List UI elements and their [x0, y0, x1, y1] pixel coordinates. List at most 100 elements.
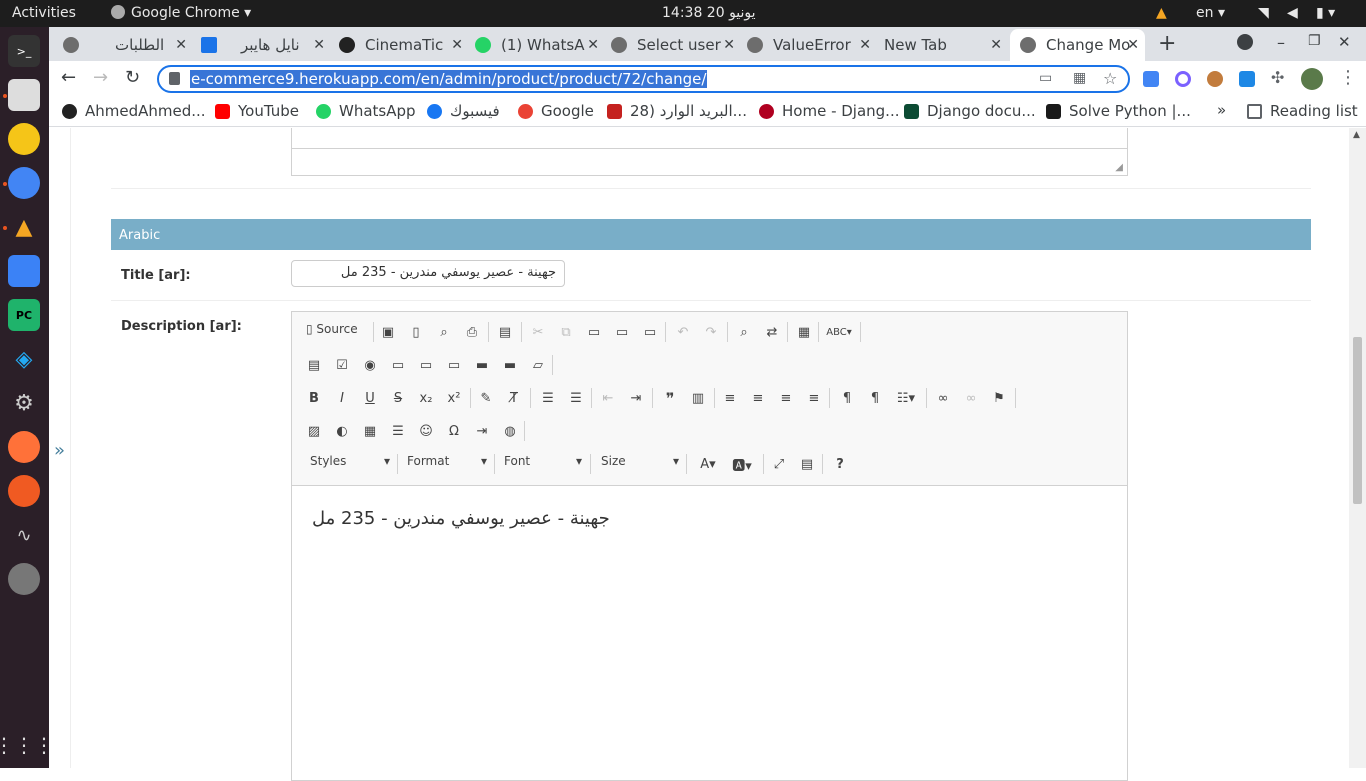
toggle-nav-sidebar[interactable]: »: [54, 440, 65, 461]
resize-grip-icon[interactable]: ◢: [1115, 162, 1123, 173]
select-all-icon[interactable]: ▦: [794, 322, 814, 342]
link-icon[interactable]: ∞: [933, 388, 953, 408]
postman-icon[interactable]: [8, 475, 40, 507]
indent-icon[interactable]: ⇥: [626, 388, 646, 408]
select-field-icon[interactable]: ▭: [444, 355, 464, 375]
form-icon[interactable]: ▤: [304, 355, 324, 375]
disk-icon[interactable]: [8, 563, 40, 595]
profile-avatar[interactable]: [1301, 68, 1323, 90]
page-scrollbar[interactable]: ▲: [1349, 128, 1366, 768]
close-icon[interactable]: ✕: [313, 37, 325, 53]
lock-icon[interactable]: [169, 72, 180, 85]
hidden-field-icon[interactable]: ▱: [528, 355, 548, 375]
close-icon[interactable]: ✕: [1127, 37, 1139, 53]
tab[interactable]: (1) WhatsA ✕: [475, 29, 605, 61]
div-container-icon[interactable]: ▥: [688, 388, 708, 408]
extension-icon[interactable]: [1207, 71, 1223, 87]
align-center-icon[interactable]: ≡: [748, 388, 768, 408]
title-ar-input[interactable]: جهينة - عصير يوسفي مندرين - 235 مل: [291, 260, 565, 287]
background-color-icon[interactable]: 🅰▾: [728, 454, 756, 474]
special-char-icon[interactable]: Ω: [444, 421, 464, 441]
more-bookmarks-icon[interactable]: »: [1217, 101, 1226, 119]
bookmark-star-icon[interactable]: ☆: [1103, 69, 1117, 88]
tab[interactable]: Select user ✕: [611, 29, 741, 61]
horizontal-rule-icon[interactable]: ☰: [388, 421, 408, 441]
menu-kebab-icon[interactable]: ⋮: [1339, 67, 1357, 88]
bookmark-item[interactable]: Google: [518, 102, 594, 120]
print-icon[interactable]: ⎙: [462, 322, 482, 342]
scroll-up-icon[interactable]: ▲: [1353, 130, 1360, 140]
find-icon[interactable]: ⌕: [734, 322, 754, 342]
bookmark-item[interactable]: Home - Djang...: [759, 102, 900, 120]
help-icon[interactable]: ?: [830, 454, 850, 474]
bookmark-item[interactable]: Django docu...: [904, 102, 1036, 120]
strikethrough-icon[interactable]: S: [388, 388, 408, 408]
outdent-icon[interactable]: ⇤: [598, 388, 618, 408]
bookmark-item[interactable]: البريد الوارد (28...: [607, 102, 747, 120]
install-app-icon[interactable]: ▭: [1039, 70, 1052, 86]
checkbox-icon[interactable]: ☑: [332, 355, 352, 375]
text-color-icon[interactable]: A▾: [694, 454, 722, 474]
bookmark-item[interactable]: AhmedAhmed...: [62, 102, 206, 120]
undo-icon[interactable]: ↶: [673, 322, 693, 342]
copy-format-icon[interactable]: ✎: [476, 388, 496, 408]
superscript-icon[interactable]: x²: [444, 388, 464, 408]
page-break-icon[interactable]: ⇥: [472, 421, 492, 441]
editor-content[interactable]: جهينة - عصير يوسفي مندرين - 235 مل: [292, 486, 1127, 780]
bulleted-list-icon[interactable]: ☰: [566, 388, 586, 408]
activities-button[interactable]: Activities: [12, 5, 76, 21]
vscode-icon[interactable]: ◈: [8, 343, 40, 375]
paste-icon[interactable]: ▭: [584, 322, 604, 342]
vlc-tray-icon[interactable]: ▲: [1156, 5, 1167, 21]
new-page-icon[interactable]: ▯: [406, 322, 426, 342]
settings-icon[interactable]: ⚙: [8, 387, 40, 419]
scrollbar-thumb[interactable]: [1353, 337, 1362, 504]
flash-icon[interactable]: ◐: [332, 421, 352, 441]
tab[interactable]: New Tab ✕: [884, 29, 1008, 61]
apps-grid-icon[interactable]: ⋮⋮⋮: [0, 729, 54, 761]
translate-extension-icon[interactable]: [1143, 71, 1159, 87]
remove-format-icon[interactable]: T̸: [504, 388, 524, 408]
minimize-button[interactable]: –: [1277, 33, 1285, 52]
firefox-icon[interactable]: [8, 431, 40, 463]
tab[interactable]: نايل هايبر ✕: [201, 29, 331, 61]
size-combo[interactable]: Size ▾: [601, 454, 679, 474]
back-button[interactable]: ←: [61, 67, 76, 88]
language-icon[interactable]: ☷▾: [892, 388, 920, 408]
forward-button[interactable]: →: [93, 67, 108, 88]
format-combo[interactable]: Format ▾: [407, 454, 487, 474]
cut-icon[interactable]: ✂: [528, 322, 548, 342]
italic-icon[interactable]: I: [332, 388, 352, 408]
preview-icon[interactable]: ⌕: [434, 322, 454, 342]
maximize-icon[interactable]: ⤢: [769, 454, 789, 474]
blockquote-icon[interactable]: ❞: [660, 388, 680, 408]
new-tab-button[interactable]: +: [1158, 31, 1176, 56]
image-icon[interactable]: ▨: [304, 421, 324, 441]
bookmark-item[interactable]: Solve Python |...: [1046, 102, 1191, 120]
bookmark-item[interactable]: فيسبوك: [427, 102, 500, 120]
reading-list-button[interactable]: Reading list: [1247, 102, 1358, 120]
subscript-icon[interactable]: x₂: [416, 388, 436, 408]
justify-icon[interactable]: ≡: [804, 388, 824, 408]
system-monitor-icon[interactable]: ∿: [8, 519, 40, 551]
redo-icon[interactable]: ↷: [701, 322, 721, 342]
app-menu[interactable]: Google Chrome ▾: [111, 5, 251, 21]
bookmark-item[interactable]: YouTube: [215, 102, 299, 120]
tab[interactable]: CinemaTic ✕: [339, 29, 469, 61]
tab[interactable]: ValueError ✕: [747, 29, 877, 61]
extension-icon[interactable]: [1239, 71, 1255, 87]
url-text[interactable]: e-commerce9.herokuapp.com/en/admin/produ…: [190, 70, 708, 88]
screenshot-icon[interactable]: [8, 255, 40, 287]
rhythmbox-icon[interactable]: [8, 123, 40, 155]
tab-search-icon[interactable]: [1237, 34, 1253, 50]
close-icon[interactable]: ✕: [175, 37, 187, 53]
extension-icon[interactable]: [1175, 71, 1191, 87]
textarea-icon[interactable]: ▭: [416, 355, 436, 375]
terminal-icon[interactable]: >_: [8, 35, 40, 67]
spellcheck-icon[interactable]: ABC▾: [824, 322, 854, 342]
smiley-icon[interactable]: ☺: [416, 421, 436, 441]
extensions-puzzle-icon[interactable]: ✣: [1271, 68, 1284, 87]
close-icon[interactable]: ✕: [859, 37, 871, 53]
reload-button[interactable]: ↻: [125, 67, 140, 88]
bold-icon[interactable]: B: [304, 388, 324, 408]
